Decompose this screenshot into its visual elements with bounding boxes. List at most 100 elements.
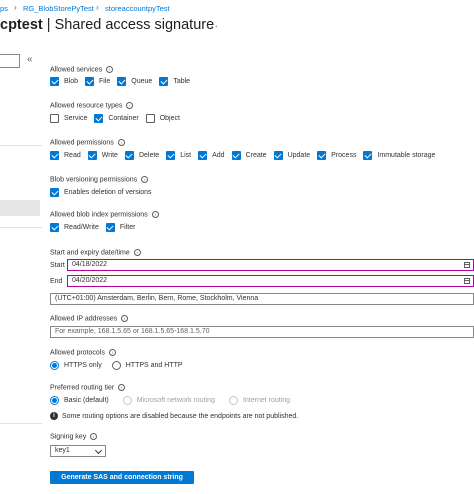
container-checkbox[interactable]: Container (94, 114, 139, 123)
timezone-select[interactable]: (UTC+01:00) Amsterdam, Berlin, Bern, Rom… (50, 293, 474, 305)
checkbox-icon[interactable] (50, 151, 59, 160)
page-title: cptest | Shared access signature (0, 17, 214, 33)
checkbox-icon[interactable] (50, 188, 59, 197)
info-icon[interactable]: i (151, 211, 159, 218)
breadcrumb-separator: › (14, 3, 17, 12)
read-write-checkbox[interactable]: Read/Write (50, 223, 99, 232)
title-separator: | (46, 17, 51, 33)
breadcrumb-item[interactable]: ps (0, 4, 8, 13)
more-options-button[interactable]: ··· (206, 21, 219, 32)
info-icon[interactable]: i (106, 66, 114, 73)
index-permissions-options: Read/Write Filter (50, 223, 142, 232)
breadcrumb-separator: › (96, 3, 99, 12)
read-checkbox[interactable]: Read (50, 151, 81, 160)
radio-icon (228, 396, 238, 405)
checkbox-icon[interactable] (159, 77, 169, 86)
process-checkbox[interactable]: Process (317, 151, 356, 160)
checkbox-icon[interactable] (87, 151, 97, 160)
queue-checkbox[interactable]: Queue (117, 77, 152, 86)
checkbox-icon[interactable] (50, 223, 59, 232)
info-icon[interactable]: i (90, 433, 98, 440)
protocols-options: HTTPS only HTTPS and HTTP (50, 361, 190, 370)
services-options: Blob File Queue Table (50, 77, 197, 86)
basic-routing-radio[interactable]: Basic (default) (50, 396, 109, 405)
permissions-options: Read Write Delete List Add Create Update… (50, 151, 442, 160)
add-checkbox[interactable]: Add (198, 151, 225, 160)
checkbox-icon[interactable] (198, 151, 208, 160)
info-icon[interactable]: i (133, 249, 141, 256)
delete-versions-checkbox[interactable]: Enables deletion of versions (50, 188, 152, 197)
https-only-radio[interactable]: HTTPS only (50, 361, 102, 370)
checkbox-icon[interactable] (273, 151, 283, 160)
generate-sas-button[interactable]: Generate SAS and connection string (50, 471, 194, 484)
checkbox-icon[interactable] (94, 114, 104, 123)
filter-checkbox[interactable]: Filter (105, 223, 135, 232)
checkbox-icon[interactable] (145, 114, 155, 123)
sidebar-divider (0, 423, 42, 424)
microsoft-routing-radio: Microsoft network routing (122, 396, 215, 405)
versioning-label: Blob versioning permissions i (50, 176, 149, 183)
info-icon[interactable]: i (117, 139, 125, 146)
end-label: End (50, 278, 63, 285)
services-label: Allowed services i (50, 66, 114, 73)
info-icon[interactable]: i (118, 384, 126, 391)
checkbox-icon[interactable] (85, 77, 95, 86)
calendar-icon[interactable] (464, 262, 470, 268)
account-name: cptest (0, 17, 43, 33)
index-permissions-label: Allowed blob index permissions i (50, 211, 159, 218)
checkbox-icon[interactable] (231, 151, 241, 160)
checkbox-icon[interactable] (124, 151, 134, 160)
update-checkbox[interactable]: Update (273, 151, 310, 160)
https-and-http-radio[interactable]: HTTPS and HTTP (111, 361, 183, 370)
internet-routing-radio: Internet routing (228, 396, 290, 405)
checkbox-icon[interactable] (363, 151, 373, 160)
checkbox-icon[interactable] (317, 151, 327, 160)
routing-label: Preferred routing tier i (50, 384, 126, 391)
info-icon[interactable]: i (141, 176, 149, 183)
checkbox-icon[interactable] (50, 77, 59, 86)
calendar-icon[interactable] (464, 278, 470, 284)
start-label: Start (50, 262, 65, 269)
permissions-label: Allowed permissions i (50, 139, 125, 146)
checkbox-icon[interactable] (117, 77, 127, 86)
radio-icon[interactable] (50, 396, 59, 405)
immutable-storage-checkbox[interactable]: Immutable storage (363, 151, 435, 160)
ip-input[interactable]: For example, 168.1.5.65 or 168.1.5.65-16… (50, 326, 474, 338)
routing-options: Basic (default) Microsoft network routin… (50, 396, 297, 405)
radio-icon[interactable] (111, 361, 121, 370)
signing-key-select[interactable]: key1 (50, 445, 106, 457)
checkbox-icon[interactable] (105, 223, 115, 232)
table-checkbox[interactable]: Table (159, 77, 190, 86)
checkbox-icon[interactable] (50, 114, 59, 123)
end-date-input[interactable]: 04/20/2022 (67, 275, 474, 287)
info-icon[interactable]: i (108, 349, 116, 356)
delete-checkbox[interactable]: Delete (124, 151, 159, 160)
collapse-sidebar-icon[interactable]: « (27, 54, 33, 65)
radio-icon (122, 396, 132, 405)
sidebar-divider (0, 227, 42, 228)
sidebar-search-input[interactable] (0, 54, 20, 68)
ip-label: Allowed IP addresses i (50, 315, 129, 322)
info-icon[interactable]: i (126, 102, 134, 109)
start-date-input[interactable]: 04/18/2022 (67, 259, 474, 271)
blade-title: Shared access signature (54, 17, 215, 33)
breadcrumb-item[interactable]: RG_BlobStorePyTest (23, 4, 94, 13)
signing-key-label: Signing key i (50, 433, 98, 440)
routing-note: i Some routing options are disabled beca… (50, 412, 298, 420)
info-icon[interactable]: i (121, 315, 129, 322)
dates-label: Start and expiry date/time i (50, 249, 141, 256)
sidebar-divider (0, 145, 42, 146)
write-checkbox[interactable]: Write (87, 151, 118, 160)
list-checkbox[interactable]: List (166, 151, 191, 160)
breadcrumb-item[interactable]: storeaccountpyTest (105, 4, 170, 13)
resource-types-options: Service Container Object (50, 114, 187, 123)
create-checkbox[interactable]: Create (231, 151, 267, 160)
radio-icon[interactable] (50, 361, 59, 370)
chevron-down-icon (94, 446, 103, 455)
service-checkbox[interactable]: Service (50, 114, 87, 123)
file-checkbox[interactable]: File (85, 77, 110, 86)
blob-checkbox[interactable]: Blob (50, 77, 78, 86)
checkbox-icon[interactable] (166, 151, 176, 160)
sidebar-item-selected[interactable] (0, 200, 40, 216)
object-checkbox[interactable]: Object (145, 114, 180, 123)
